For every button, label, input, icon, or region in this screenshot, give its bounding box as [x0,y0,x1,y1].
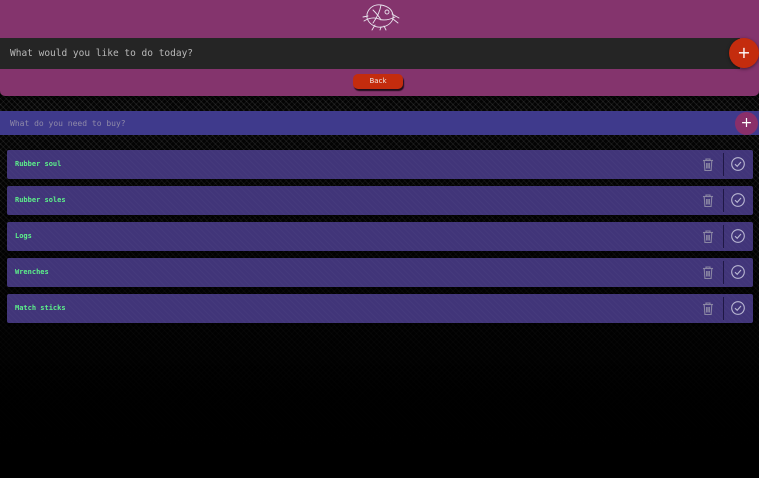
list-item: Logs [7,222,753,251]
divider [723,153,724,176]
divider [723,261,724,284]
trash-icon[interactable] [701,157,715,172]
shopping-input[interactable] [0,111,720,136]
todo-input[interactable] [0,38,700,69]
shopping-input-bar [0,111,759,136]
item-label: Logs [15,232,32,240]
item-label: Wrenches [15,268,49,276]
divider [723,297,724,320]
list-item: Match sticks [7,294,753,323]
trash-icon[interactable] [701,265,715,280]
list-item: Wrenches [7,258,753,287]
todo-input-bar [0,38,740,69]
app-header: + Back [0,0,759,96]
trash-icon[interactable] [701,301,715,316]
check-circle-icon[interactable] [730,192,746,208]
add-todo-button[interactable]: + [729,38,759,68]
check-circle-icon[interactable] [730,300,746,316]
back-button[interactable]: Back [353,74,403,89]
trash-icon[interactable] [701,229,715,244]
check-circle-icon[interactable] [730,156,746,172]
drawn-logo-icon [359,1,401,31]
divider [723,225,724,248]
divider [723,189,724,212]
add-item-button[interactable]: + [735,112,758,135]
check-circle-icon[interactable] [730,264,746,280]
list-item: Rubber soles [7,186,753,215]
item-label: Rubber soul [15,160,62,168]
check-circle-icon[interactable] [730,228,746,244]
shopping-list: Rubber soul Rubber soles Logs Wrenches M… [7,150,753,330]
list-item: Rubber soul [7,150,753,179]
trash-icon[interactable] [701,193,715,208]
item-label: Match sticks [15,304,66,312]
item-label: Rubber soles [15,196,66,204]
